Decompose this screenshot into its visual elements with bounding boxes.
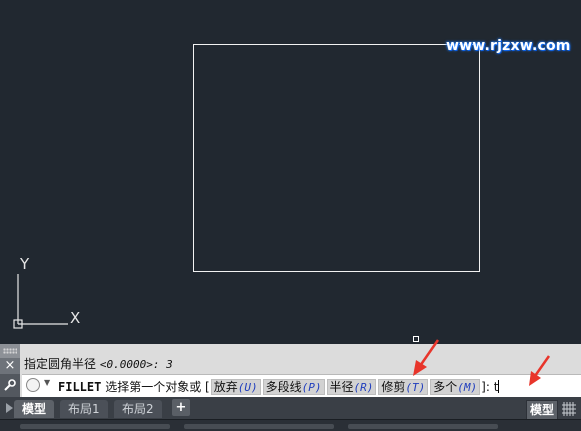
- command-panel-drag-handle[interactable]: [0, 344, 20, 358]
- model-space-button[interactable]: 模型: [526, 400, 559, 421]
- option-key: (U): [237, 381, 258, 394]
- annotation-arrow-icon: [529, 355, 551, 386]
- ucs-x-label: X: [70, 309, 80, 327]
- command-input[interactable]: ▼ FILLET 选择第一个对象或 [放弃(U) 多段线(P) 半径(R) 修剪(T)…: [22, 374, 581, 397]
- watermark: www.rjzxw.com: [446, 38, 571, 54]
- option-radius[interactable]: 半径(R): [326, 379, 377, 395]
- tab-layout1[interactable]: 布局1: [60, 400, 108, 418]
- command-prompt: FILLET 选择第一个对象或 [放弃(U) 多段线(P) 半径(R) 修剪(T) 多个…: [58, 378, 500, 395]
- text-cursor: [498, 380, 500, 393]
- option-polyline[interactable]: 多段线(P): [262, 379, 325, 395]
- taskbar-segment: [348, 424, 498, 429]
- option-key: (R): [353, 381, 374, 394]
- taskbar-segment: [20, 424, 170, 429]
- taskbar-segment: [184, 424, 334, 429]
- option-label: 多个: [433, 380, 458, 394]
- command-prompt-text: 选择第一个对象或: [105, 380, 202, 394]
- option-label: 修剪: [381, 380, 406, 394]
- option-undo[interactable]: 放弃(U): [210, 379, 261, 395]
- tab-scroll-icon[interactable]: [4, 401, 14, 415]
- annotation-arrow-icon: [413, 339, 440, 376]
- option-trim[interactable]: 修剪(T): [378, 379, 429, 395]
- command-history: 指定圆角半径 <0.0000>: 3: [24, 355, 173, 372]
- close-bracket: ]:: [481, 380, 490, 394]
- open-bracket: [: [205, 380, 210, 394]
- grid-icon[interactable]: [561, 401, 577, 417]
- close-icon[interactable]: ×: [0, 358, 20, 374]
- ucs-y-label: Y: [19, 255, 30, 273]
- add-layout-button[interactable]: +: [172, 399, 190, 416]
- tab-model[interactable]: 模型: [14, 400, 55, 418]
- chevron-down-icon[interactable]: ▼: [44, 378, 50, 387]
- option-label: 放弃: [213, 380, 238, 394]
- drawn-rectangle[interactable]: [193, 44, 480, 272]
- option-key: (T): [405, 381, 426, 394]
- tab-layout2[interactable]: 布局2: [114, 400, 162, 418]
- ucs-icon: Y X: [13, 255, 80, 329]
- history-value: <0.0000>: 3: [99, 358, 173, 371]
- taskbar-strip: [0, 419, 581, 431]
- option-key: (P): [301, 381, 322, 394]
- option-key: (M): [457, 381, 478, 394]
- wrench-icon[interactable]: [0, 374, 20, 397]
- fillet-command-icon[interactable]: [26, 378, 40, 392]
- command-name: FILLET: [58, 380, 102, 394]
- option-label: 半径: [329, 380, 354, 394]
- option-multiple[interactable]: 多个(M): [430, 379, 481, 395]
- history-text: 指定圆角半径: [24, 357, 97, 371]
- option-label: 多段线: [265, 380, 302, 394]
